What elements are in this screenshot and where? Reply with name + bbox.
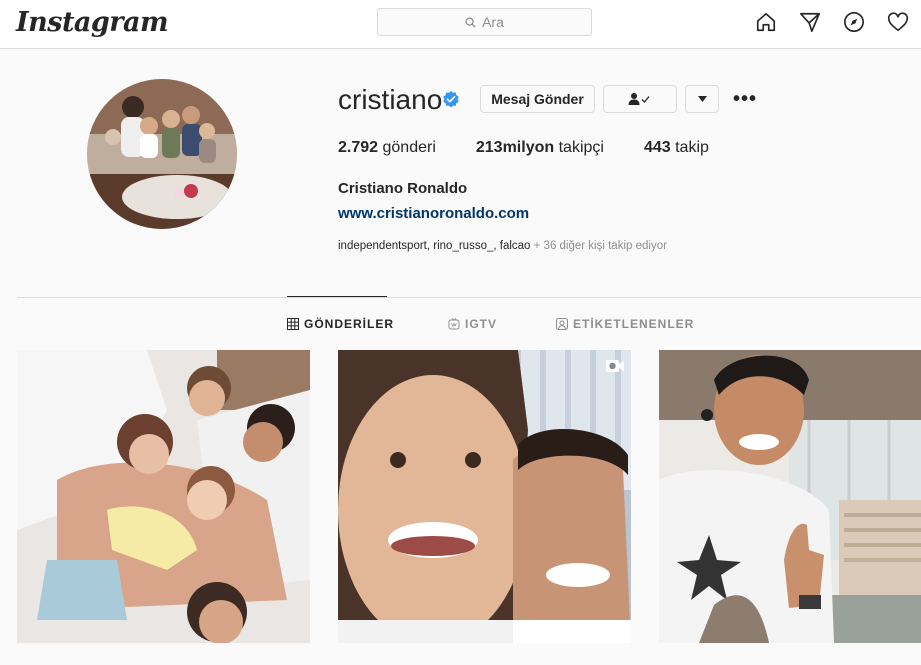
explore-icon[interactable] bbox=[843, 11, 865, 33]
following-count: 443 bbox=[643, 139, 671, 156]
tabs-divider bbox=[17, 297, 921, 298]
tab-posts-label: GÖNDERİLER bbox=[304, 317, 395, 331]
posts-stat: 2.792 gönderi bbox=[338, 139, 436, 157]
post-thumbnail[interactable] bbox=[659, 350, 921, 643]
followed-by-text[interactable]: independentsport, rino_russo_, falcao + … bbox=[338, 240, 667, 252]
tab-tagged[interactable]: ETİKETLENENLER bbox=[556, 317, 694, 331]
search-input[interactable]: Ara bbox=[377, 8, 592, 36]
profile-website-link[interactable]: www.cristianoronaldo.com bbox=[338, 205, 529, 222]
direct-icon[interactable] bbox=[799, 11, 821, 33]
activity-icon[interactable] bbox=[887, 11, 909, 33]
verified-badge-icon bbox=[443, 90, 459, 108]
search-placeholder: Ara bbox=[482, 14, 504, 30]
tab-igtv-label: IGTV bbox=[465, 317, 498, 331]
top-navigation-bar: Instagram Ara bbox=[0, 0, 921, 49]
instagram-logo[interactable]: Instagram bbox=[16, 7, 169, 38]
tab-posts[interactable]: GÖNDERİLER bbox=[287, 317, 394, 331]
person-check-icon bbox=[628, 93, 650, 105]
profile-full-name: Cristiano Ronaldo bbox=[338, 180, 468, 197]
suggestions-dropdown-button[interactable] bbox=[685, 85, 719, 113]
caret-down-icon bbox=[697, 96, 707, 102]
video-icon bbox=[606, 360, 624, 372]
avatar-photo bbox=[87, 79, 237, 229]
tagged-icon bbox=[556, 318, 568, 330]
message-button[interactable]: Mesaj Gönder bbox=[480, 85, 595, 113]
tab-tagged-label: ETİKETLENENLER bbox=[573, 317, 695, 331]
posts-count: 2.792 bbox=[338, 139, 379, 156]
profile-avatar[interactable] bbox=[87, 79, 237, 229]
posts-label: gönderi bbox=[382, 139, 436, 156]
grid-icon bbox=[287, 318, 299, 330]
followers-stat[interactable]: 213milyon takipçi bbox=[476, 139, 604, 157]
profile-username: cristiano bbox=[338, 84, 443, 115]
followed-by-more: + 36 diğer kişi takip ediyor bbox=[533, 240, 667, 252]
following-stat[interactable]: 443 takip bbox=[644, 139, 709, 157]
tab-igtv[interactable]: IGTV bbox=[448, 317, 497, 331]
post-photo bbox=[338, 350, 631, 643]
post-thumbnail[interactable] bbox=[17, 350, 310, 643]
followers-label: takipçi bbox=[558, 139, 604, 156]
nav-icon-group bbox=[755, 11, 909, 33]
more-options-icon[interactable]: ••• bbox=[733, 88, 757, 111]
profile-stats: 2.792 gönderi 213milyon takipçi 443 taki… bbox=[338, 139, 749, 157]
followers-count: 213milyon bbox=[475, 139, 555, 156]
post-photo bbox=[659, 350, 921, 643]
followed-by-names: independentsport, rino_russo_, falcao bbox=[338, 240, 531, 252]
following-label: takip bbox=[675, 139, 709, 156]
igtv-icon bbox=[448, 318, 460, 330]
home-icon[interactable] bbox=[755, 11, 777, 33]
post-thumbnail[interactable] bbox=[338, 350, 631, 643]
active-tab-indicator bbox=[287, 296, 387, 297]
post-photo bbox=[17, 350, 310, 643]
search-icon bbox=[465, 16, 476, 28]
following-button[interactable] bbox=[603, 85, 677, 113]
